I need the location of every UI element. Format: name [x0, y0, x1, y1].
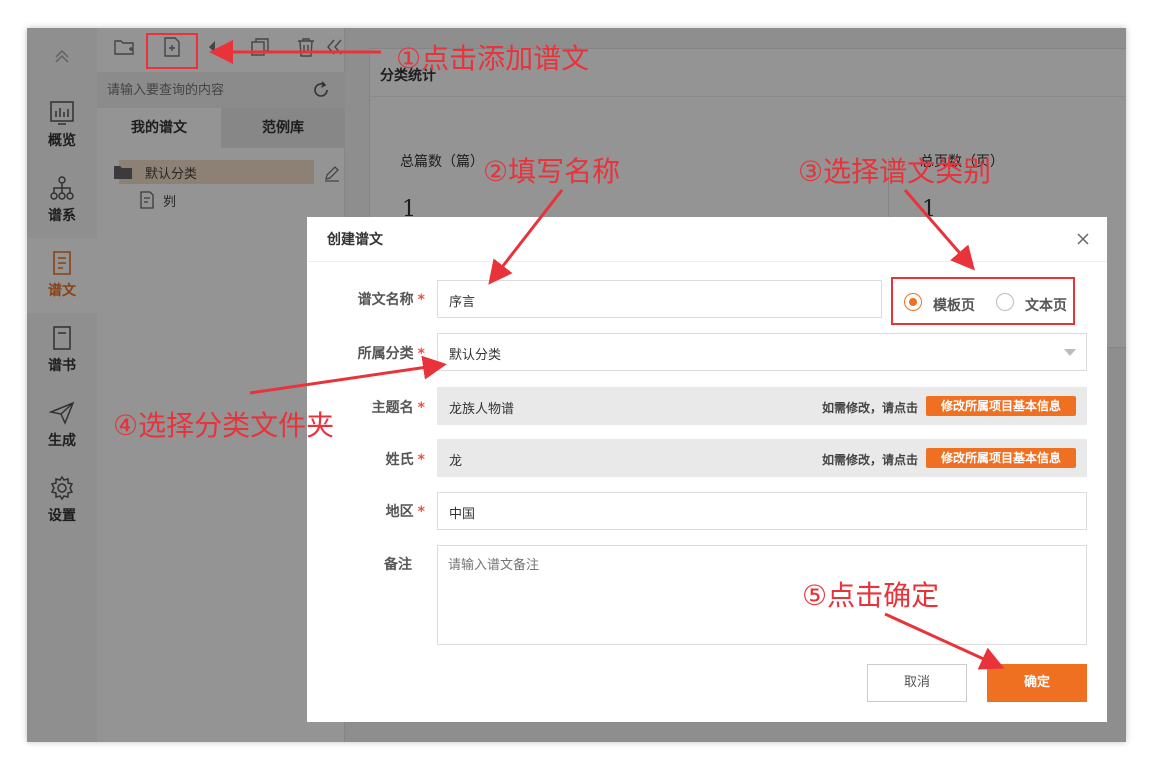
annotation-step5: ⑤点击确定 — [802, 579, 940, 612]
annotation-step3: ③选择谱文类别 — [798, 155, 992, 188]
annotation-step2: ②填写名称 — [483, 155, 621, 188]
note-label: 备注 — [384, 557, 412, 573]
cancel-button[interactable]: 取消 — [867, 664, 967, 702]
surname-label: 姓氏 * — [385, 452, 425, 468]
category-label: 所属分类 * — [357, 346, 425, 362]
annotation-step4: ④选择分类文件夹 — [113, 409, 335, 442]
annotation-box-page-type — [891, 277, 1075, 325]
required-mark: * — [417, 504, 425, 520]
theme-field: 龙族人物谱 如需修改，请点击 修改所属项目基本信息 — [437, 387, 1087, 425]
modify-hint: 如需修改，请点击 — [822, 401, 919, 415]
dialog-title: 创建谱文 — [327, 232, 383, 248]
region-input[interactable]: 中国 — [437, 492, 1087, 530]
region-label: 地区 * — [385, 504, 425, 520]
modify-project-button[interactable]: 修改所属项目基本信息 — [926, 396, 1076, 416]
annotation-step1: ①点击添加谱文 — [396, 42, 590, 75]
app-window: 概览 谱系 谱文 谱书 生成 设置 请输入要查询的内容 我的谱文 范例库 默认分… — [27, 28, 1126, 742]
dialog-divider — [307, 261, 1107, 262]
required-mark: * — [417, 292, 425, 308]
modify-hint: 如需修改，请点击 — [822, 453, 919, 467]
required-mark: * — [417, 452, 425, 468]
note-textarea[interactable] — [437, 545, 1087, 645]
required-mark: * — [417, 400, 425, 416]
close-icon[interactable] — [1071, 227, 1095, 251]
annotation-box-add-document — [146, 33, 198, 69]
chevron-down-icon — [1064, 349, 1076, 356]
confirm-button[interactable]: 确定 — [987, 664, 1087, 702]
required-mark: * — [417, 346, 425, 362]
name-label: 谱文名称 * — [357, 292, 425, 308]
theme-label: 主题名 * — [371, 400, 425, 416]
modify-project-button[interactable]: 修改所属项目基本信息 — [926, 448, 1076, 468]
category-select[interactable]: 默认分类 — [437, 333, 1087, 371]
surname-field: 龙 如需修改，请点击 修改所属项目基本信息 — [437, 439, 1087, 477]
name-input[interactable]: 序言 — [437, 280, 882, 318]
